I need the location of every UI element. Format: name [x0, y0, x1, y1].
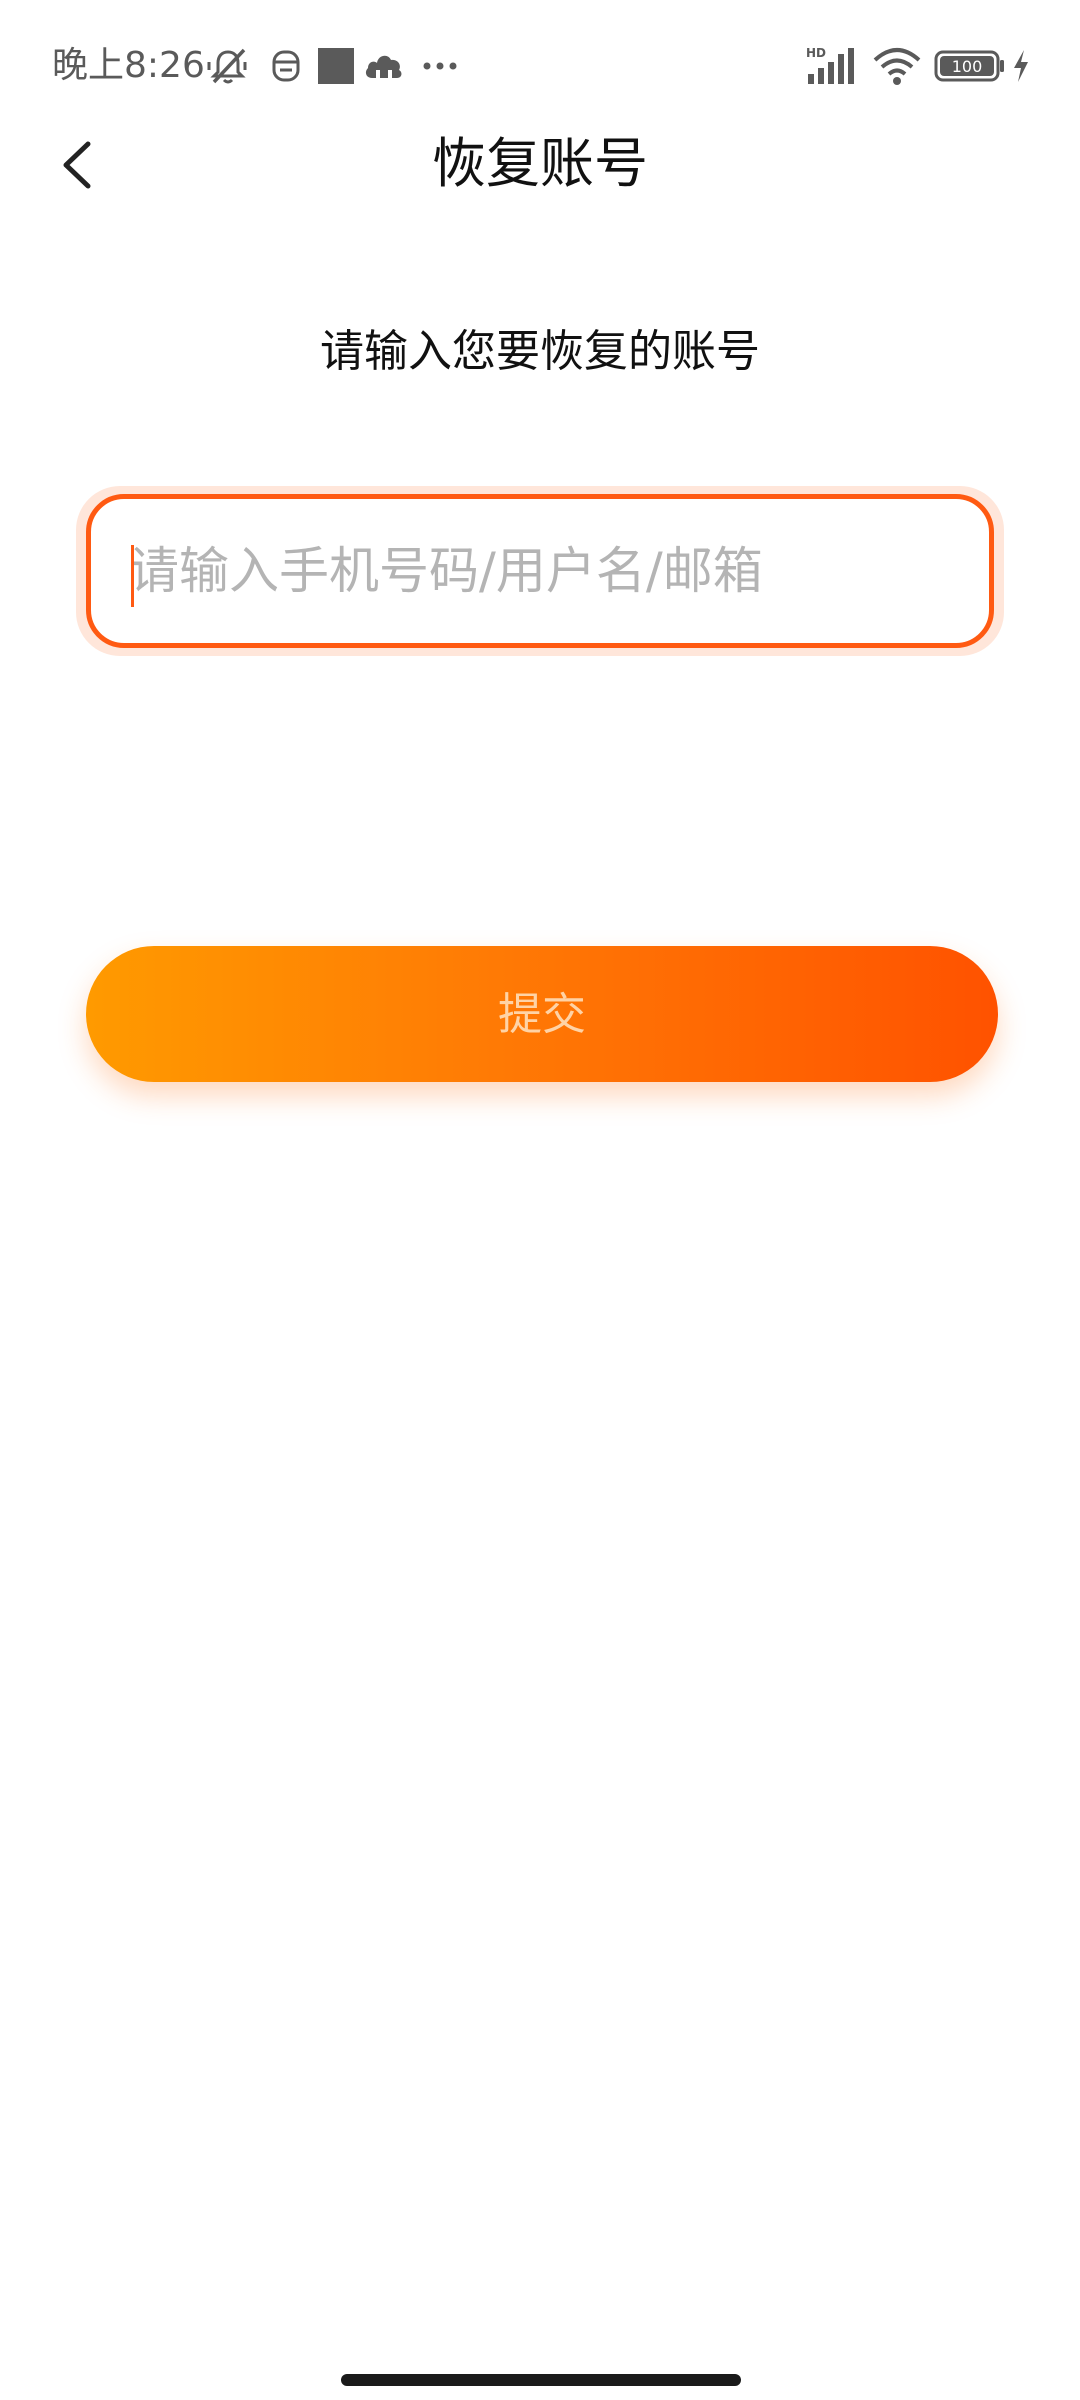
silent-mode-icon [206, 44, 250, 88]
recover-account-prompt: 请输入您要恢复的账号 [320, 326, 760, 377]
header: 恢复账号 [0, 110, 1080, 220]
signal-icon: HD [804, 44, 860, 88]
text-cursor [131, 545, 134, 607]
account-input-container[interactable] [86, 494, 994, 648]
submit-button-label: 提交 [498, 989, 586, 1040]
network-type-label: HD [806, 46, 826, 60]
account-input[interactable] [91, 499, 989, 643]
square-notification-icon [316, 44, 356, 88]
status-time: 晚上8:26 [52, 45, 205, 86]
submit-button[interactable]: 提交 [86, 946, 998, 1082]
robot-icon [268, 44, 304, 88]
page-title: 恢复账号 [432, 132, 648, 195]
cloud-icon [362, 44, 406, 88]
home-indicator[interactable] [341, 2374, 741, 2386]
battery-level: 100 [952, 57, 983, 76]
charging-icon [1010, 44, 1032, 88]
wifi-icon [872, 44, 922, 88]
more-dots-icon [420, 44, 464, 88]
battery-icon: 100 [934, 44, 1006, 88]
